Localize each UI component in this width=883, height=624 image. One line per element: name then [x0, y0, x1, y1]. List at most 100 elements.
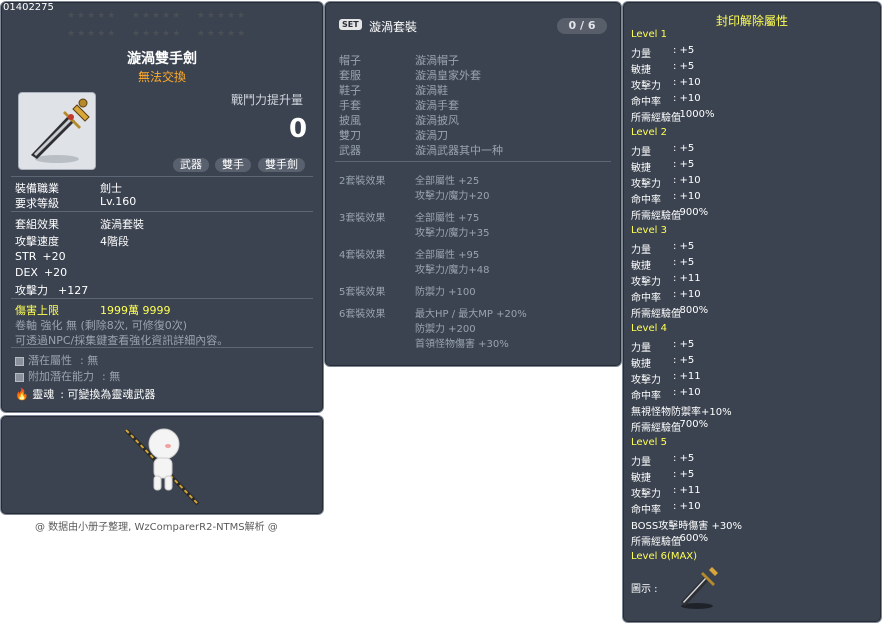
set-item-name: 漩渦帽子 [415, 54, 459, 67]
seal-level-heading: Level 5 [631, 437, 667, 448]
potential-line: 潛在屬性: 無 [15, 352, 98, 368]
seal-stat-line: 命中率: +10 [631, 93, 701, 108]
set-item-name: 漩渦鞋 [415, 84, 448, 97]
tag-two-handed-sword: 雙手劍 [258, 158, 305, 172]
seal-level-heading: Level 1 [631, 29, 667, 40]
stat-dex: DEX +20 [15, 266, 68, 279]
tag-weapon: 武器 [173, 158, 209, 172]
seal-stat-line: 敏捷: +5 [631, 257, 695, 272]
set-item-slot: 套服 [339, 69, 361, 82]
set-bonus-value: 攻擊力/魔力+48 [415, 265, 490, 276]
seal-stat-line: BOSS攻擊時傷害 +30% [631, 521, 743, 532]
seal-stat-line: 命中率: +10 [631, 191, 701, 206]
seal-stat-line: 所需經驗值: 900% [631, 207, 709, 222]
seal-stat-line: 攻擊力: +11 [631, 371, 701, 386]
set-badge: SET [339, 19, 362, 30]
potential-gem-icon [15, 356, 24, 366]
seal-stat-line: 力量: +5 [631, 453, 695, 468]
sword-preview-icon [681, 567, 718, 609]
set-bonus-value: 最大HP / 最大MP +20% [415, 309, 527, 320]
seal-release-panel: 封印解除屬性 Level 1 力量: +5 敏捷: +5 攻擊力: +10 命中率: +… [622, 1, 882, 623]
seal-stat-line: 所需經驗值: 600% [631, 533, 709, 548]
set-item-slot: 披風 [339, 114, 361, 127]
seal-level-heading: Level 3 [631, 225, 667, 236]
tradeable-status: 無法交換 [137, 70, 186, 84]
stat-attack: 攻擊力 +127 [15, 284, 89, 297]
seal-stat-line: 敏捷: +5 [631, 159, 695, 174]
set-bonus-label: 2套裝效果 [339, 176, 386, 187]
set-item-slot: 手套 [339, 99, 361, 112]
set-bonus-value: 全部屬性 +75 [415, 213, 480, 224]
power-increase-value: 0 [289, 114, 308, 144]
set-item-name: 漩渦皇家外套 [415, 69, 481, 82]
set-title: 漩渦套裝 [369, 20, 418, 34]
set-item-name: 漩渦手套 [415, 99, 459, 112]
damage-cap: 傷害上限 1999萬 9999 [15, 304, 171, 317]
set-item-name: 漩渦武器其中一种 [415, 144, 503, 157]
set-item-name: 漩渦披风 [415, 114, 459, 127]
seal-stat-line: 敏捷: +5 [631, 61, 695, 76]
set-item-slot: 帽子 [339, 54, 361, 67]
star-force-row-2: ★★★★★ ★★★★★ ★★★★★ [67, 29, 248, 39]
set-effect-panel: SET 漩渦套裝 0 / 6 帽子 漩渦帽子 套服 漩渦皇家外套 鞋子 漩渦鞋 手套 漩渦手套… [324, 1, 622, 367]
seal-stat-line: 攻擊力: +11 [631, 485, 701, 500]
set-bonus-value: 防禦力 +100 [415, 287, 476, 298]
soul-line: 🔥 靈魂: 可變換為靈魂武器 [15, 388, 156, 401]
seal-stat-line: 力量: +5 [631, 241, 695, 256]
star-force-row-1: ★★★★★ ★★★★★ ★★★★★ [67, 11, 248, 21]
seal-release-title: 封印解除屬性 [715, 14, 788, 28]
divider [11, 347, 313, 348]
tag-two-handed: 雙手 [215, 158, 251, 172]
enhance-info-line: 可透過NPC/採集鍵查看強化資訊詳細內容。 [15, 334, 229, 347]
flame-icon: 🔥 [15, 388, 29, 401]
set-bonus-value: 攻擊力/魔力+20 [415, 191, 490, 202]
seal-stat-line: 攻擊力: +11 [631, 273, 701, 288]
seal-icon-label: 圖示 : [631, 584, 658, 595]
stat-job: 裝備職業 劍士 [15, 182, 122, 195]
set-bonus-label: 6套裝效果 [339, 309, 386, 320]
seal-stat-line: 無視怪物防禦率+10% [631, 407, 732, 418]
scroll-upgrade-line: 卷軸 強化 無 (剩除8次, 可修復0次) [15, 319, 188, 332]
data-source-note: @ 数据由小册子整理, WzComparerR2-NTMS解析 @ [35, 522, 278, 533]
seal-stat-line: 敏捷: +5 [631, 469, 695, 484]
item-id: 01402275 [3, 2, 54, 13]
seal-stat-line: 敏捷: +5 [631, 355, 695, 370]
power-increase-label: 戰鬥力提升量 [231, 93, 304, 107]
item-name: 漩渦雙手劍 [127, 51, 197, 67]
additional-potential-gem-icon [15, 372, 24, 382]
set-bonus-value: 全部屬性 +25 [415, 176, 480, 187]
set-item-name: 漩渦刀 [415, 129, 448, 142]
set-bonus-label: 5套裝效果 [339, 287, 386, 298]
set-bonus-label: 4套裝效果 [339, 250, 386, 261]
divider [11, 211, 313, 212]
seal-stat-line: 所需經驗值: 800% [631, 305, 709, 320]
set-bonus-value: 防禦力 +200 [415, 324, 476, 335]
seal-stat-line: 攻擊力: +10 [631, 77, 701, 92]
set-item-slot: 武器 [339, 144, 361, 157]
seal-stat-line: 力量: +5 [631, 143, 695, 158]
seal-stat-line: 力量: +5 [631, 339, 695, 354]
stat-str: STR +20 [15, 250, 66, 263]
set-bonus-label: 3套裝效果 [339, 213, 386, 224]
set-item-slot: 鞋子 [339, 84, 361, 97]
set-item-slot: 雙刀 [339, 129, 361, 142]
seal-level-heading: Level 2 [631, 127, 667, 138]
seal-stat-line: 所需經驗值: 1000% [631, 109, 715, 124]
stat-set-effect: 套組效果 漩渦套裝 [15, 218, 144, 231]
stat-req-level: 要求等級 Lv.160 [15, 195, 137, 210]
set-bonus-value: 攻擊力/魔力+35 [415, 228, 490, 239]
stat-attack-speed: 攻擊速度 4階段 [15, 235, 129, 248]
two-handed-sword-icon [31, 98, 90, 163]
seal-stat-line: 攻擊力: +10 [631, 175, 701, 190]
set-bonus-value: 全部屬性 +95 [415, 250, 480, 261]
character-avatar [124, 428, 200, 506]
additional-potential-line: 附加潛在能力: 無 [15, 368, 120, 384]
divider [335, 161, 611, 162]
item-icon-frame [18, 92, 96, 170]
seal-stat-line: 命中率: +10 [631, 387, 701, 402]
item-tooltip-panel: 01402275 ★★★★★ ★★★★★ ★★★★★ ★★★★★ ★★★★★ ★… [0, 1, 324, 413]
seal-stat-line: 力量: +5 [631, 45, 695, 60]
divider [11, 298, 313, 299]
seal-level-heading: Level 6(MAX) [631, 551, 698, 562]
seal-stat-line: 所需經驗值: 700% [631, 419, 709, 434]
